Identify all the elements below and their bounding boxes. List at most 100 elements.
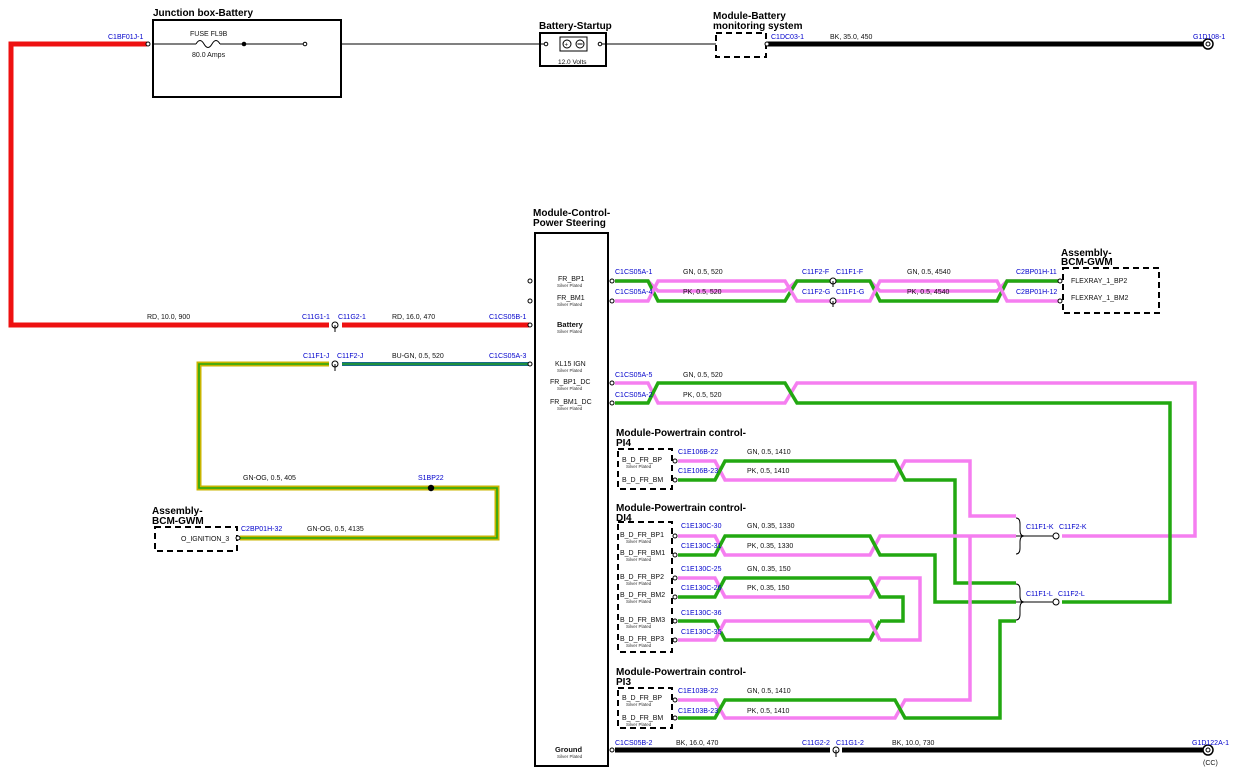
wire-pi3-pair[interactable] [678,536,1016,720]
conn-c11f2-g: C11F2-G [802,289,830,296]
conn-c1cs05a-1: C1CS05A-1 [615,269,652,276]
battery-volts: 12.0 Volts [558,59,587,66]
wire-rd-10-900[interactable] [8,41,329,328]
wire-label-pk-035-150: PK, 0.35, 150 [747,585,790,592]
assembly-bcm-gwm-right[interactable]: Assembly- BCM-GWM FLEXRAY_1_BP2 FLEXRAY_… [1061,248,1160,314]
junction-box-title: Junction box-Battery [153,8,253,19]
conn-c1e130c-35: C1E130C-35 [681,629,722,636]
wire-label-bk-10-730: BK, 10.0, 730 [892,740,935,747]
conn-c11g2-1: C11G2-1 [338,314,366,321]
conn-c1bf01j-1: C1BF01J-1 [108,34,144,41]
wire-label-bk-35-450: BK, 35.0, 450 [830,34,873,41]
conn-c1e106b-23: C1E106B-23 [678,468,718,475]
conn-s1bp22: S1BP22 [418,475,444,482]
battery-startup[interactable]: Battery-Startup + 12.0 Volts [539,21,612,67]
pin-fr-bm1-dc: FR_BM1_DC [550,399,592,406]
conn-c2bp01h-12: C2BP01H-12 [1016,289,1057,296]
wire-label-rd-16-470: RD, 16.0, 470 [392,314,435,321]
pin-kl15-ign: KL15 IGN [555,361,586,368]
pin-pi4-bp: B_D_FR_BP [622,457,662,464]
conn-c1e130c-25: C1E130C-25 [681,566,722,573]
pin-pi4-bm: B_D_FR_BM [622,477,663,484]
svg-text:Silver Plated: Silver Plated [626,557,652,562]
svg-text:Silver Plated: Silver Plated [557,283,583,288]
conn-c11f1-k: C11F1-K [1026,524,1054,531]
conn-c1e130c-31: C1E130C-31 [681,543,722,550]
pi4-title-line1: Module-Powertrain control- [616,428,746,439]
fuse-label: FUSE FL9B [190,31,228,38]
conn-c11g1-1: C11G1-1 [302,314,330,321]
svg-text:Silver Plated: Silver Plated [626,581,652,586]
wire-pi4-pair[interactable] [678,459,1016,585]
pin-flexray-bp2: FLEXRAY_1_BP2 [1071,278,1127,285]
wire-label-bk-16-470: BK, 16.0, 470 [676,740,719,747]
conn-c11f2-f: C11F2-F [802,269,829,276]
pin-ground: Ground [555,745,582,754]
pin-di4-bm2: B_D_FR_BM2 [620,592,665,599]
svg-text:Silver Plated: Silver Plated [626,464,652,469]
wire-label-pk-05-520-a: PK, 0.5, 520 [683,289,722,296]
conn-c11f1-j: C11F1-J [303,353,329,360]
pin-pi3-bm: B_D_FR_BM [622,715,663,722]
svg-text:Silver Plated: Silver Plated [626,624,652,629]
module-power-steering[interactable]: Module-Control- Power Steering FR_BP1 Si… [533,208,610,767]
svg-text:Silver Plated: Silver Plated [626,539,652,544]
wire-label-gn-og-05-405: GN-OG, 0.5, 405 [243,475,296,482]
pin-di4-bp3: B_D_FR_BP3 [620,636,664,643]
conn-c11f2-j: C11F2-J [337,353,363,360]
pin-o-ignition-3: O_IGNITION_3 [181,536,229,543]
conn-c1e130c-36: C1E130C-36 [681,610,722,617]
pi3-title-line1: Module-Powertrain control- [616,667,746,678]
junction-box-battery[interactable]: Junction box-Battery FUSE FL9B 80.0 Amps [152,8,342,98]
svg-text:Silver Plated: Silver Plated [557,368,583,373]
conn-c1e103b-23: C1E103B-23 [678,708,718,715]
fuse-icon [195,40,221,48]
conn-c1e130c-26: C1E130C-26 [681,585,722,592]
wire-label-gn-05-520-b: GN, 0.5, 520 [683,372,723,379]
svg-text:Silver Plated: Silver Plated [557,386,583,391]
assembly-bcm-gwm-left[interactable]: Assembly- BCM-GWM O_IGNITION_3 [152,506,238,552]
conn-c1cs05a-4: C1CS05A-4 [615,289,652,296]
pin-fr-bp1-dc: FR_BP1_DC [550,379,590,386]
wire-gn-og-05-405[interactable] [196,361,500,541]
wire-label-gn-05-4540: GN, 0.5, 4540 [907,269,951,276]
conn-c1e106b-22: C1E106B-22 [678,449,718,456]
conn-g1d108-1: G1D108-1 [1193,34,1225,41]
pin-di4-bm3: B_D_FR_BM3 [620,617,665,624]
pin-fr-bp1: FR_BP1 [558,276,585,283]
conn-c1e130c-30: C1E130C-30 [681,523,722,530]
ps-title-line2: Power Steering [533,218,606,229]
ground-cc-label: (CC) [1203,760,1218,767]
svg-text:+: + [565,43,569,49]
conn-c1e103b-22: C1E103B-22 [678,688,718,695]
bcm-left-title-line2: BCM-GWM [152,516,204,527]
conn-c2bp01h-32: C2BP01H-32 [241,526,282,533]
di4-title-line2: DI4 [616,513,632,524]
conn-g1d122a-1: G1D122A-1 [1192,740,1229,747]
conn-c11f2-l: C11F2-L [1058,591,1085,598]
conn-c1dc03-1: C1DC03-1 [771,34,804,41]
wire-label-gn-035-1330: GN, 0.35, 1330 [747,523,795,530]
conn-c1cs05b-2: C1CS05B-2 [615,740,652,747]
wire-label-pk-05-1410-b: PK, 0.5, 1410 [747,708,790,715]
pin-di4-bp1: B_D_FR_BP1 [620,532,664,539]
inline-connectors [331,277,1060,757]
wire-label-gn-035-150: GN, 0.35, 150 [747,566,791,573]
wire-label-bu-gn-05-520: BU-GN, 0.5, 520 [392,353,444,360]
svg-text:Silver Plated: Silver Plated [557,406,583,411]
di4-title-line1: Module-Powertrain control- [616,503,746,514]
svg-text:Silver Plated: Silver Plated [626,702,652,707]
conn-c1cs05b-1: C1CS05B-1 [489,314,526,321]
wire-di4-pair-1[interactable] [678,534,1016,604]
conn-c1cs05a-2: C1CS05A-2 [615,392,652,399]
pi4-title-line2: PI4 [616,438,631,449]
svg-text:Silver Plated: Silver Plated [626,722,652,727]
pin-di4-bp2: B_D_FR_BP2 [620,574,664,581]
wiring-diagram: Junction box-Battery FUSE FL9B 80.0 Amps… [8,8,1229,767]
pin-flexray-bm2: FLEXRAY_1_BM2 [1071,295,1129,302]
conn-c11f1-f: C11F1-F [836,269,863,276]
conn-c1cs05a-3: C1CS05A-3 [489,353,526,360]
bms-title-line2: monitoring system [713,21,803,32]
conn-c11g2-2: C11G2-2 [802,740,830,747]
wire-label-gn-05-1410-a: GN, 0.5, 1410 [747,449,791,456]
